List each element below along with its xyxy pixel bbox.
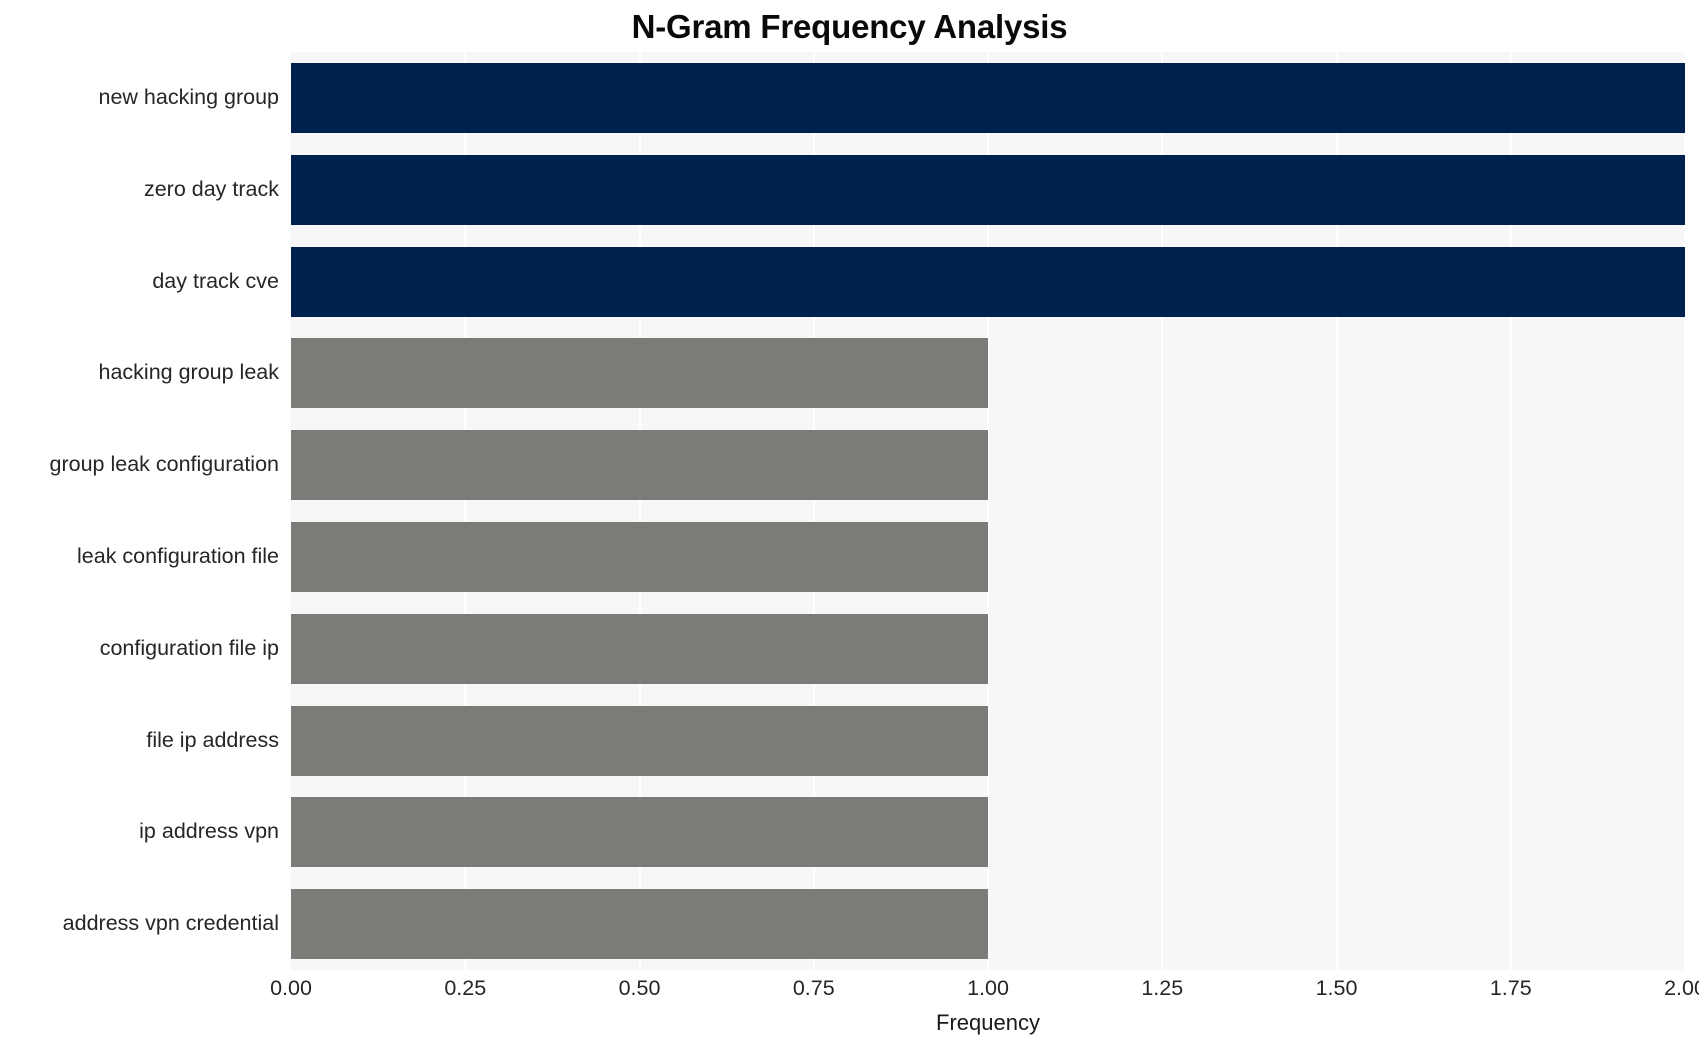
bar[interactable]	[291, 430, 988, 501]
y-axis-tick-labels: new hacking group zero day track day track…	[0, 52, 280, 970]
chart-title: N-Gram Frequency Analysis	[631, 8, 1068, 45]
bars-layer	[291, 52, 1685, 970]
plot-area	[291, 52, 1686, 970]
y-axis-tick-label: file ip address	[146, 727, 279, 752]
x-axis-tick-label: 0.25	[444, 976, 487, 1000]
y-axis-tick-label: day track cve	[152, 268, 279, 293]
x-axis-tick-label: 2.00	[1664, 976, 1699, 1000]
x-axis-tick-label: 1.25	[1141, 976, 1184, 1000]
y-axis-tick-label: hacking group leak	[98, 360, 279, 385]
ngram-frequency-chart: N-Gram Frequency Analysis new hacking gr…	[0, 0, 1699, 1051]
bar[interactable]	[291, 797, 988, 868]
y-axis-tick-label: address vpn credential	[62, 911, 279, 936]
bar[interactable]	[291, 338, 988, 409]
x-axis-title: Frequency	[936, 1010, 1040, 1035]
bar[interactable]	[291, 154, 1685, 225]
bar[interactable]	[291, 705, 988, 776]
y-axis-tick-label: ip address vpn	[139, 819, 279, 844]
y-axis-tick-label: leak configuration file	[77, 543, 279, 568]
y-axis-tick-label: zero day track	[143, 176, 279, 201]
x-axis-tick-label: 0.50	[618, 976, 661, 1000]
bar[interactable]	[291, 246, 1685, 317]
x-axis-tick-label: 1.75	[1489, 976, 1532, 1000]
x-axis-tick-label: 1.50	[1315, 976, 1358, 1000]
y-axis-tick-label: configuration file ip	[99, 635, 279, 660]
y-axis-tick-label: new hacking group	[98, 84, 279, 109]
bar[interactable]	[291, 889, 988, 960]
y-axis-tick-label: group leak configuration	[49, 452, 280, 477]
x-axis-tick-label: 0.75	[792, 976, 835, 1000]
x-axis-tick-label: 0.00	[270, 976, 312, 1000]
x-axis-tick-label: 1.00	[967, 976, 1009, 1000]
bar[interactable]	[291, 62, 1685, 133]
bar[interactable]	[291, 521, 988, 592]
bar[interactable]	[291, 613, 988, 684]
